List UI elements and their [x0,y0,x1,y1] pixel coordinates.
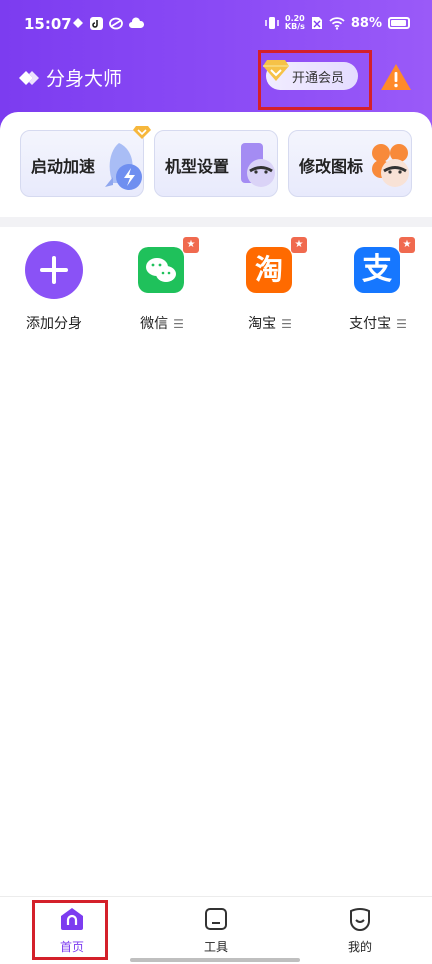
status-notification-icons [72,17,144,30]
app-label-alipay: 支付宝 ☰ [328,313,428,333]
network-speed: 0.20 KB/s [285,15,305,31]
rocket-icon [105,143,142,190]
feature-card-change-icon-label: 修改图标 [299,157,364,176]
app-taobao[interactable]: 淘 ★ 淘宝 ☰ [220,237,320,335]
nav-tools-label: 工具 [203,940,228,954]
battery-percent: 88% [350,15,382,31]
app-name-alipay: 支付宝 [349,316,392,332]
nav-tools[interactable]: 工具 [176,907,256,955]
menu-icon[interactable]: ☰ [173,317,184,331]
feature-card-device-model[interactable]: 机型设置 [154,130,278,197]
taobao-icon: 淘 [246,247,292,293]
status-right-group: 0.20 KB/s 88% [265,15,410,31]
cloud-icon [129,17,144,28]
app-brand: 分身大师 [18,64,122,91]
alipay-icon: 支 [354,247,400,293]
status-time: 15:07 [24,15,72,33]
warning-icon[interactable] [380,63,412,91]
menu-icon[interactable]: ☰ [396,317,407,331]
app-name-wechat: 微信 [140,316,169,332]
tiktok-icon [90,17,103,30]
profile-icon [350,908,370,931]
highlight-box-vip [258,50,372,110]
vip-badge-icon [133,126,151,139]
app-name-taobao: 淘宝 [248,316,277,332]
add-icon [25,241,83,299]
app-logo-icon [19,70,39,85]
wifi-icon [329,16,345,30]
app-title: 分身大师 [46,68,123,90]
diamond-icon [73,18,83,28]
star-badge-icon: ★ [183,237,199,253]
link-icon [109,17,123,30]
app-wechat[interactable]: ★ 微信 ☰ [112,237,212,335]
highlight-box-home [32,900,108,960]
battery-icon [388,17,410,29]
nav-profile-label: 我的 [347,940,372,954]
section-divider [0,217,432,227]
feature-card-boost-label: 启动加速 [31,157,96,176]
feature-card-boost[interactable]: 启动加速 [20,126,151,197]
no-sim-icon [311,17,322,29]
star-badge-icon: ★ [399,237,415,253]
app-add-clone[interactable]: 添加分身 [4,240,104,335]
tools-icon [205,908,227,930]
flower-mask-icon [372,144,409,187]
app-label-add-clone: 添加分身 [26,316,82,332]
vibrate-icon [265,17,279,29]
wechat-icon [138,247,184,293]
status-bar: 15:07 0.20 KB/s 88% [0,12,432,38]
app-alipay[interactable]: 支 ★ 支付宝 ☰ [328,237,428,335]
menu-icon[interactable]: ☰ [281,317,292,331]
app-label-wechat: 微信 ☰ [112,313,212,333]
feature-card-change-icon[interactable]: 修改图标 [288,130,412,197]
home-indicator[interactable] [130,958,300,962]
network-speed-unit: KB/s [284,22,305,31]
star-badge-icon: ★ [291,237,307,253]
phone-mask-icon [241,143,275,187]
app-label-taobao: 淘宝 ☰ [220,313,320,333]
nav-profile[interactable]: 我的 [320,907,400,955]
taobao-icon-glyph: 淘 [254,253,283,286]
alipay-icon-glyph: 支 [362,252,392,287]
feature-card-device-model-label: 机型设置 [165,157,230,176]
